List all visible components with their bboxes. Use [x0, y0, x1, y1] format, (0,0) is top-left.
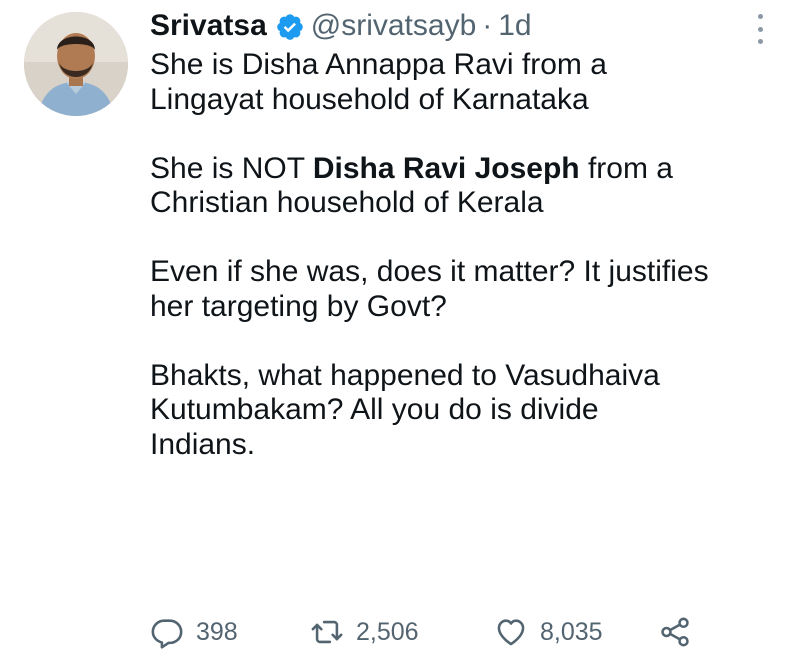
tweet-paragraph-2: She is NOT Disha Ravi Joseph from a Chri… [150, 152, 790, 221]
reply-button[interactable]: 398 [150, 615, 310, 649]
share-button[interactable] [658, 615, 692, 649]
text-line: her targeting by Govt? [150, 289, 447, 323]
tweet-header: Srivatsa @srivatsayb · 1d [150, 4, 532, 48]
separator-dot: · [482, 9, 493, 42]
bold-name: Disha Ravi Joseph [312, 151, 580, 185]
profile-photo [24, 12, 128, 116]
like-button[interactable]: 8,035 [494, 615, 658, 649]
tweet-text: She is Disha Annappa Ravi from a Lingaya… [150, 48, 790, 462]
tweet-paragraph-3: Even if she was, does it matter? It just… [150, 255, 790, 324]
retweet-count: 2,506 [356, 617, 419, 646]
tweet-paragraph-4: Bhakts, what happened to Vasudhaiva Kutu… [150, 359, 790, 463]
text-line: She is Disha Annappa Ravi from a [150, 48, 607, 81]
retweet-icon [311, 620, 343, 644]
retweet-button[interactable]: 2,506 [310, 615, 494, 649]
like-count: 8,035 [540, 617, 603, 646]
tweet-actions: 398 2,506 8,035 [150, 612, 692, 652]
reply-count: 398 [196, 617, 238, 646]
tweet-timestamp[interactable]: 1d [498, 4, 531, 48]
text-line: Kutumbakam? All you do is divide [150, 393, 599, 426]
share-icon [661, 617, 689, 647]
text-line: from a [579, 151, 673, 185]
heart-icon [497, 619, 525, 646]
text-line: She is NOT [150, 151, 313, 185]
text-line: Lingayat household of Karnataka [150, 82, 589, 116]
verified-badge-icon [275, 11, 305, 41]
more-options-icon[interactable] [748, 14, 772, 44]
author-handle[interactable]: @srivatsayb [311, 4, 477, 48]
text-line: Indians. [150, 427, 256, 461]
author-name[interactable]: Srivatsa [150, 4, 267, 48]
reply-icon [151, 619, 183, 649]
tweet-paragraph-1: She is Disha Annappa Ravi from a Lingaya… [150, 48, 790, 117]
text-line: Christian household of Kerala [150, 186, 544, 219]
text-line: Even if she was, does it matter? It just… [150, 255, 709, 288]
avatar[interactable] [24, 12, 128, 116]
text-line: Bhakts, what happened to Vasudhaiva [150, 358, 660, 392]
